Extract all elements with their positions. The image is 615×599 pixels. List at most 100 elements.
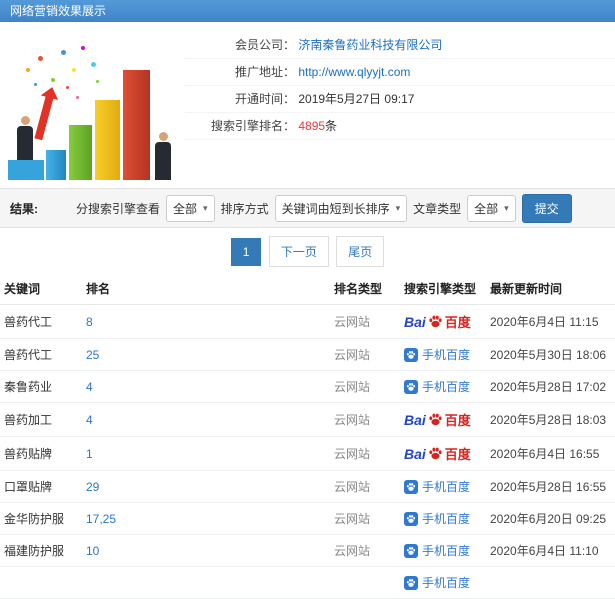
table-row: 金华防护服 17,25 云网站 手机百度 2020年6月20日 09:25	[0, 502, 615, 535]
confetti-dot	[72, 68, 76, 72]
company-label: 会员公司：	[234, 38, 295, 52]
submit-button[interactable]: 提交	[521, 193, 572, 223]
rank-cell: 25	[82, 338, 330, 371]
table-row: 兽药加工 4 云网站 Bai 百度 2020年5月28日 18:03	[0, 402, 615, 437]
table-row: 兽药代工 8 云网站 Bai 百度 2020年6月4日 11:15	[0, 304, 615, 339]
sort-filter-select[interactable]: 关键词由短到长排序 ▾	[274, 194, 408, 222]
mobile-baidu-icon	[404, 511, 418, 526]
rank-cell: 29	[82, 470, 330, 503]
keyword-cell: 口罩贴牌	[0, 470, 82, 503]
page-title: 网络营销效果展示	[10, 4, 107, 18]
rank-type-cell: 云网站	[330, 502, 400, 535]
rank-cell: 17,25	[82, 502, 330, 535]
mobile-baidu-logo: 手机百度	[404, 346, 470, 363]
mobile-baidu-icon	[404, 347, 418, 362]
page-1-button[interactable]: 1	[230, 238, 262, 266]
rank-link[interactable]: 4	[86, 380, 93, 394]
confetti-dot	[76, 96, 79, 99]
time-cell: 2020年5月28日 18:03	[486, 402, 615, 437]
time-cell	[486, 566, 615, 599]
company-row: 会员公司： 济南秦鲁药业科技有限公司	[185, 32, 615, 59]
rank-link[interactable]: 10	[86, 544, 99, 558]
time-cell: 2020年6月4日 16:55	[486, 436, 615, 471]
mobile-baidu-label: 手机百度	[422, 380, 471, 394]
table-row: 手机百度	[0, 566, 615, 599]
rank-type-cell	[330, 566, 400, 599]
engine-cell: 手机百度	[400, 370, 486, 403]
baidu-cn-text: 百度	[444, 447, 471, 462]
rank-cell: 4	[82, 402, 330, 437]
rank-link[interactable]: 29	[86, 480, 99, 494]
figure-head	[158, 132, 168, 141]
next-page-button[interactable]: 下一页	[268, 236, 329, 267]
engine-filter-select[interactable]: 全部 ▾	[166, 194, 215, 222]
paw-icon	[406, 382, 416, 391]
rank-link[interactable]: 8	[86, 315, 93, 329]
mobile-baidu-logo: 手机百度	[404, 378, 470, 395]
engine-cell: Bai 百度	[400, 304, 486, 339]
figure-body	[17, 126, 33, 160]
businessman-figure-right	[155, 132, 171, 180]
baidu-cn-text: 百度	[444, 413, 471, 428]
rank-link[interactable]: 17,25	[86, 512, 116, 526]
rank-type-cell: 云网站	[330, 470, 400, 503]
paw-icon	[406, 482, 416, 491]
paw-icon	[406, 578, 416, 587]
chart-bar-red	[123, 70, 150, 180]
table-row: 秦鲁药业 4 云网站 手机百度 2020年5月28日 17:02	[0, 370, 615, 403]
table-row: 口罩贴牌 29 云网站 手机百度 2020年5月28日 16:55	[0, 470, 615, 503]
paw-icon	[406, 514, 416, 523]
open-time-row: 开通时间： 2019年5月27日 09:17	[185, 86, 615, 113]
col-update-time: 最新更新时间	[486, 273, 615, 305]
chart-bar-green	[69, 125, 92, 180]
table-header-row: 关键词 排名 排名类型 搜索引擎类型 最新更新时间	[0, 273, 615, 305]
rank-cell: 8	[82, 304, 330, 339]
summary-section: 会员公司： 济南秦鲁药业科技有限公司 推广地址： http://www.qlyy…	[0, 22, 615, 184]
rank-cell	[82, 566, 330, 599]
last-page-button[interactable]: 尾页	[336, 236, 385, 267]
confetti-dot	[34, 83, 37, 86]
url-row: 推广地址： http://www.qlyyjt.com	[185, 59, 615, 86]
rank-cell: 10	[82, 534, 330, 567]
keyword-cell: 兽药贴牌	[0, 436, 82, 471]
mobile-baidu-icon	[404, 575, 418, 590]
rank-type-cell: 云网站	[330, 370, 400, 403]
company-info: 会员公司： 济南秦鲁药业科技有限公司 推广地址： http://www.qlyy…	[185, 22, 615, 140]
mobile-baidu-label: 手机百度	[422, 348, 471, 362]
paw-icon	[406, 546, 416, 555]
open-time-value: 2019年5月27日 09:17	[298, 92, 415, 106]
col-engine-type: 搜索引擎类型	[400, 273, 486, 305]
rank-link[interactable]: 1	[86, 447, 93, 461]
time-cell: 2020年6月20日 09:25	[486, 502, 615, 535]
article-type-label: 文章类型	[413, 201, 462, 216]
engine-cell: 手机百度	[400, 470, 486, 503]
sort-filter-value: 关键词由短到长排序	[281, 201, 390, 216]
rank-type-cell: 云网站	[330, 436, 400, 471]
chart-bar-blue	[46, 150, 66, 180]
red-arrow-icon	[34, 95, 54, 141]
filter-bar: 结果: 分搜索引擎查看 全部 ▾ 排序方式 关键词由短到长排序 ▾ 文章类型 全…	[0, 188, 615, 228]
confetti-dot	[26, 68, 30, 72]
mobile-baidu-label: 手机百度	[422, 480, 471, 494]
rank-count-row: 搜索引擎排名： 4895条	[185, 113, 615, 140]
chart-bar-yellow	[95, 100, 120, 180]
rank-link[interactable]: 25	[86, 348, 99, 362]
engine-cell: Bai 百度	[400, 436, 486, 471]
time-cell: 2020年6月4日 11:10	[486, 534, 615, 567]
engine-cell: 手机百度	[400, 502, 486, 535]
title-bar: 网络营销效果展示	[0, 0, 615, 22]
platform-block	[8, 160, 44, 180]
paw-icon	[429, 315, 442, 328]
rank-link[interactable]: 4	[86, 413, 93, 427]
company-link[interactable]: 济南秦鲁药业科技有限公司	[298, 38, 442, 52]
promo-url-link[interactable]: http://www.qlyyjt.com	[298, 65, 410, 79]
baidu-latin-text: Bai	[404, 313, 426, 330]
sort-filter-label: 排序方式	[220, 201, 269, 216]
confetti-dot	[66, 86, 69, 89]
confetti-dot	[38, 56, 43, 61]
rank-cell: 1	[82, 436, 330, 471]
baidu-logo: Bai 百度	[404, 312, 471, 331]
result-label: 结果:	[10, 201, 38, 216]
table-row: 兽药代工 25 云网站 手机百度 2020年5月30日 18:06	[0, 338, 615, 371]
article-type-select[interactable]: 全部 ▾	[467, 194, 516, 222]
